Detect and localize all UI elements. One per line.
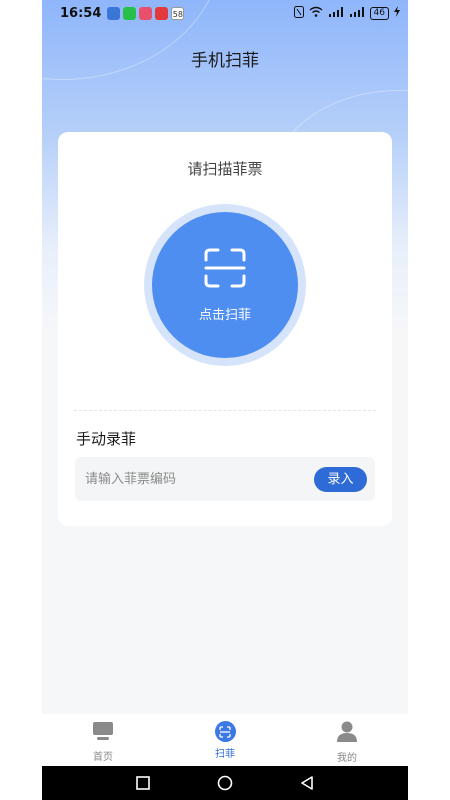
bottom-tab-bar: 首页 扫菲 我的 bbox=[42, 714, 408, 766]
status-bar: 16:54 58 46 bbox=[42, 0, 408, 26]
back-icon[interactable] bbox=[300, 776, 314, 790]
monitor-icon bbox=[92, 721, 114, 745]
scan-button-label: 点击扫菲 bbox=[198, 307, 251, 323]
scan-icon bbox=[214, 721, 236, 742]
charging-icon bbox=[394, 6, 400, 20]
battery-level: 46 bbox=[369, 6, 389, 20]
wifi-icon bbox=[309, 6, 323, 20]
signal-icon bbox=[349, 6, 365, 20]
notif-badge: 58 bbox=[171, 6, 185, 20]
recents-icon[interactable] bbox=[135, 776, 150, 790]
video-icon bbox=[155, 6, 169, 20]
tab-label: 我的 bbox=[337, 753, 357, 764]
tab-home[interactable]: 首页 bbox=[42, 714, 164, 766]
status-time: 16:54 bbox=[60, 5, 102, 21]
app-icon bbox=[139, 6, 153, 20]
user-icon bbox=[337, 721, 357, 746]
page-title: 手机扫菲 bbox=[191, 51, 259, 71]
tab-profile[interactable]: 我的 bbox=[286, 714, 408, 766]
tab-scan[interactable]: 扫菲 bbox=[164, 714, 286, 766]
scan-card-title: 请扫描菲票 bbox=[187, 160, 263, 178]
system-nav-bar bbox=[42, 766, 408, 800]
manual-entry-title: 手动录菲 bbox=[76, 430, 137, 448]
scan-card: 请扫描菲票 点击扫菲 手动录菲 录入 bbox=[58, 132, 392, 526]
scan-button[interactable]: 点击扫菲 bbox=[152, 212, 298, 358]
home-icon[interactable] bbox=[217, 775, 233, 791]
wechat-icon bbox=[123, 6, 137, 20]
phone-screen: 16:54 58 46 手机扫菲 请扫描菲票 点击扫菲 手动录菲 请输入菲票编码… bbox=[42, 0, 408, 800]
nfc-icon bbox=[293, 5, 304, 21]
tab-label: 首页 bbox=[93, 752, 113, 763]
signal-icon bbox=[328, 6, 344, 20]
divider bbox=[74, 410, 376, 411]
scan-frame-icon bbox=[204, 248, 246, 292]
manual-entry-row: 录入 bbox=[75, 457, 375, 501]
scan-button-ring: 点击扫菲 bbox=[144, 204, 306, 366]
tab-label: 扫菲 bbox=[215, 749, 235, 760]
enter-button[interactable]: 录入 bbox=[314, 467, 367, 492]
ticket-code-input[interactable] bbox=[85, 457, 305, 501]
browser-icon bbox=[107, 6, 121, 20]
status-right: 46 bbox=[293, 5, 400, 21]
